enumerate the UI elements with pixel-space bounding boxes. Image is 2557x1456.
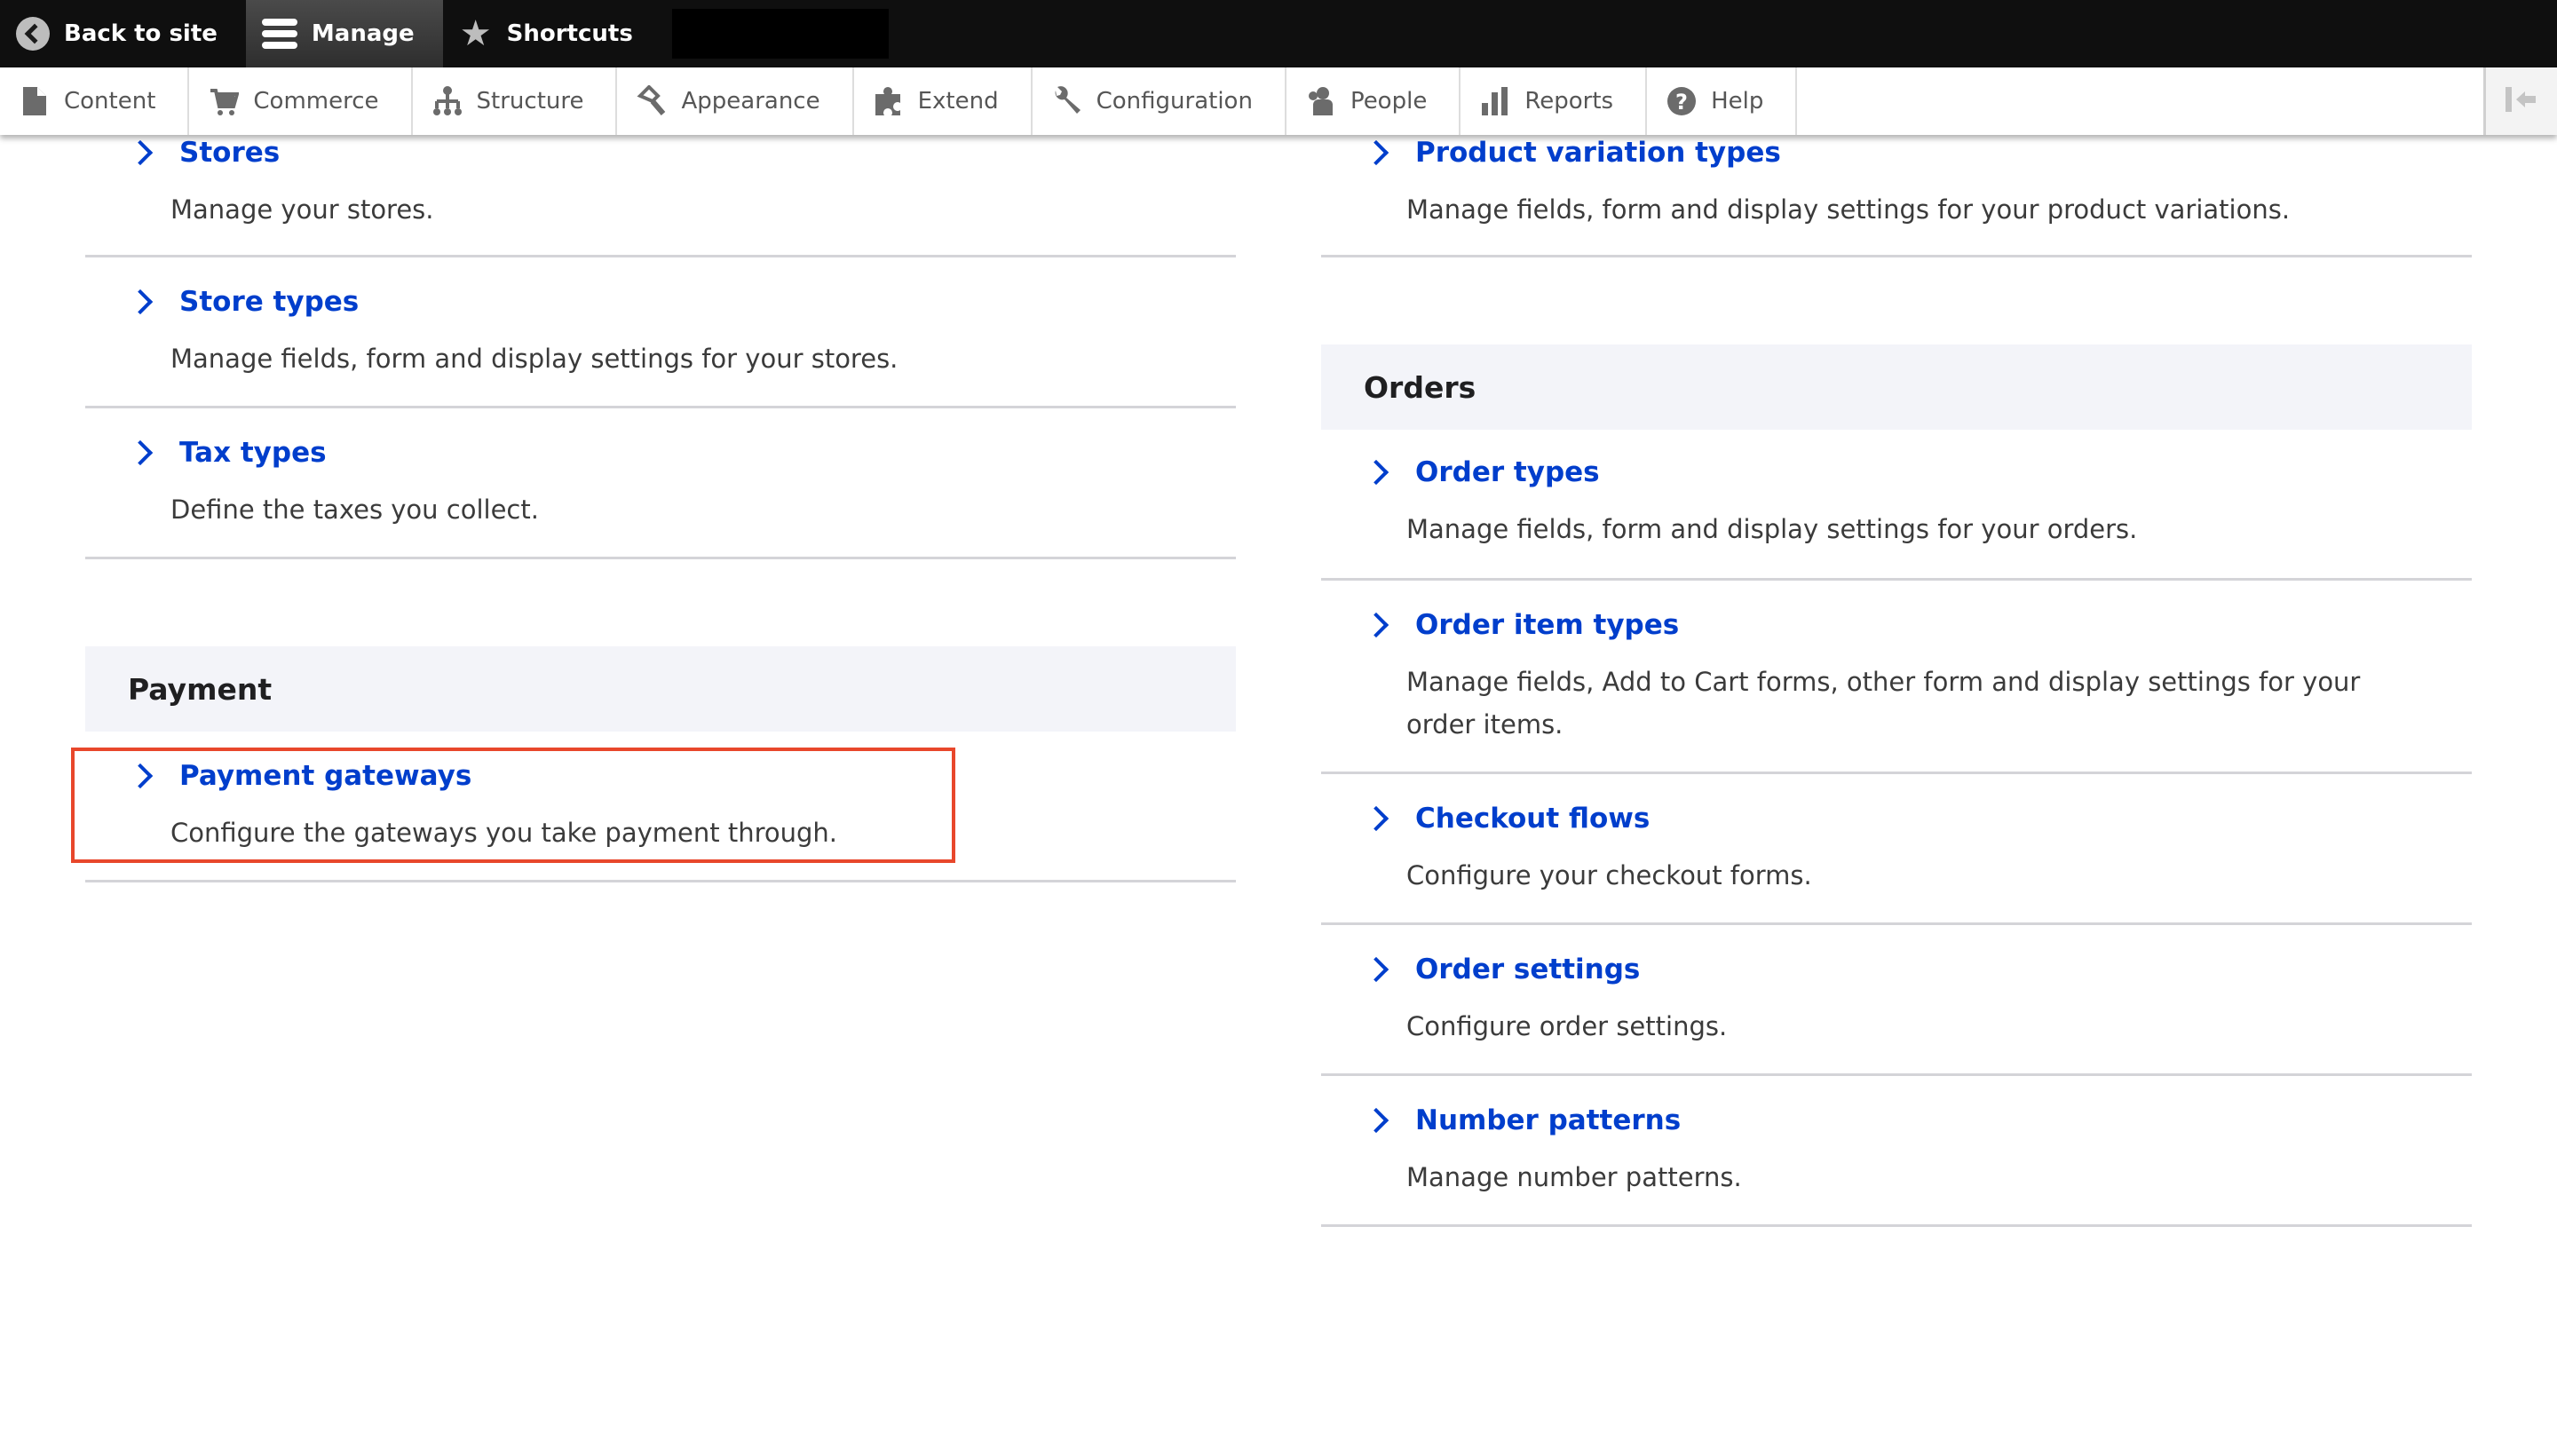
menu-item-extend[interactable]: Extend [854, 67, 1033, 135]
item-title: Order types [1415, 456, 1600, 488]
number-patterns-link[interactable]: Number patterns [1321, 1104, 2472, 1136]
item-description: Configure the gateways you take payment … [170, 818, 837, 848]
menu-item-label: Commerce [253, 88, 379, 115]
collapse-left-icon [2504, 84, 2539, 118]
menu-item-label: Content [64, 88, 156, 115]
order-types-link[interactable]: Order types [1321, 456, 2472, 488]
menu-item-label: Extend [917, 88, 999, 115]
bar-chart-icon [1480, 85, 1510, 117]
item-title: Payment gateways [179, 760, 472, 792]
menu-item-configuration[interactable]: Configuration [1033, 67, 1286, 135]
list-item: Tax types Define the taxes you collect. [85, 408, 1236, 559]
item-description: Manage fields, form and display settings… [1406, 194, 2291, 225]
back-arrow-icon [16, 17, 50, 51]
manage-label: Manage [311, 20, 415, 47]
back-to-site-link[interactable]: Back to site [0, 0, 246, 67]
list-item: Product variation types Manage fields, f… [1321, 135, 2472, 257]
manage-tab[interactable]: Manage [245, 0, 443, 67]
item-title: Order item types [1415, 609, 1680, 641]
item-title: Stores [179, 137, 281, 169]
item-description: Configure your checkout forms. [1406, 860, 1812, 890]
menu-item-commerce[interactable]: Commerce [189, 67, 413, 135]
menu-item-appearance[interactable]: Appearance [617, 67, 854, 135]
chevron-right-icon [127, 289, 154, 315]
toolbar-orientation-toggle[interactable] [2483, 67, 2557, 135]
cart-icon [209, 85, 240, 117]
shortcuts-tab[interactable]: ★ Shortcuts [443, 0, 661, 67]
order-settings-link[interactable]: Order settings [1321, 954, 2472, 985]
item-description: Manage number patterns. [1406, 1162, 1742, 1192]
payment-gateways-link[interactable]: Payment gateways [85, 760, 1236, 792]
person-icon [1306, 85, 1336, 117]
section-title: Orders [1364, 369, 1476, 405]
shortcuts-label: Shortcuts [506, 20, 633, 47]
orders-list: Order types Manage fields, form and disp… [1321, 430, 2472, 1227]
section-title: Payment [128, 671, 273, 707]
toolbar-bar: Back to site Manage ★ Shortcuts [0, 0, 2557, 67]
item-title: Store types [179, 286, 360, 318]
tax-types-link[interactable]: Tax types [85, 437, 1236, 469]
hamburger-icon [261, 17, 297, 51]
puzzle-icon [874, 85, 904, 117]
payment-section-heading: Payment [85, 646, 1236, 732]
help-icon: ? [1666, 85, 1697, 117]
file-icon [20, 85, 50, 117]
item-title: Product variation types [1415, 137, 1781, 169]
item-description: Manage fields, form and display settings… [1406, 514, 2138, 544]
menu-item-content[interactable]: Content [0, 67, 190, 135]
chevron-right-icon [1363, 459, 1389, 486]
back-to-site-label: Back to site [64, 20, 218, 47]
list-item: Order types Manage fields, form and disp… [1321, 430, 2472, 581]
chevron-right-icon [1363, 1107, 1389, 1134]
menu-item-label: Appearance [681, 88, 820, 115]
sitemap-icon [432, 85, 463, 117]
item-description: Define the taxes you collect. [170, 495, 539, 525]
menu-item-structure[interactable]: Structure [413, 67, 618, 135]
menu-item-help[interactable]: ? Help [1647, 67, 1798, 135]
menu-item-reports[interactable]: Reports [1461, 67, 1648, 135]
chevron-right-icon [1363, 805, 1389, 832]
product-variation-types-link[interactable]: Product variation types [1321, 137, 2472, 169]
list-item: Stores Manage your stores. [85, 135, 1236, 257]
list-item: Checkout flows Configure your checkout f… [1321, 774, 2472, 925]
chevron-right-icon [1363, 612, 1389, 638]
paintbrush-icon [637, 85, 667, 117]
order-item-types-link[interactable]: Order item types [1321, 609, 2472, 641]
menu-item-label: Help [1711, 88, 1764, 115]
redacted-user-area [671, 9, 889, 59]
menu-item-label: Structure [476, 88, 584, 115]
item-title: Checkout flows [1415, 803, 1651, 835]
list-item: Payment gateways Configure the gateways … [85, 732, 1236, 882]
chevron-right-icon [1363, 139, 1389, 166]
item-description: Configure order settings. [1406, 1011, 1728, 1041]
admin-menu-bar: Content Commerce Structure Appearance Ex… [0, 67, 2557, 135]
item-description: Manage fields, Add to Cart forms, other … [1406, 667, 2361, 740]
chevron-right-icon [1363, 956, 1389, 983]
chevron-right-icon [127, 139, 154, 166]
item-title: Tax types [179, 437, 327, 469]
stores-link[interactable]: Stores [85, 137, 1236, 169]
chevron-right-icon [127, 763, 154, 789]
checkout-flows-link[interactable]: Checkout flows [1321, 803, 2472, 835]
list-item: Store types Manage fields, form and disp… [85, 257, 1236, 408]
item-description: Manage fields, form and display settings… [170, 344, 899, 374]
svg-text:?: ? [1675, 90, 1688, 115]
item-title: Order settings [1415, 954, 1641, 985]
chevron-right-icon [127, 439, 154, 466]
list-item: Order item types Manage fields, Add to C… [1321, 581, 2472, 774]
menu-item-label: Configuration [1096, 88, 1253, 115]
wrench-icon [1052, 85, 1082, 117]
store-types-link[interactable]: Store types [85, 286, 1236, 318]
item-description: Manage your stores. [170, 194, 434, 225]
right-column: Product variation types Manage fields, f… [1321, 135, 2472, 1227]
star-icon: ★ [459, 13, 492, 54]
item-title: Number patterns [1415, 1104, 1682, 1136]
orders-section-heading: Orders [1321, 344, 2472, 430]
left-column: Stores Manage your stores. Store types M… [85, 135, 1236, 882]
list-item: Number patterns Manage number patterns. [1321, 1076, 2472, 1227]
menu-item-label: People [1350, 88, 1428, 115]
list-item: Order settings Configure order settings. [1321, 925, 2472, 1076]
menu-item-label: Reports [1524, 88, 1614, 115]
menu-item-people[interactable]: People [1286, 67, 1461, 135]
